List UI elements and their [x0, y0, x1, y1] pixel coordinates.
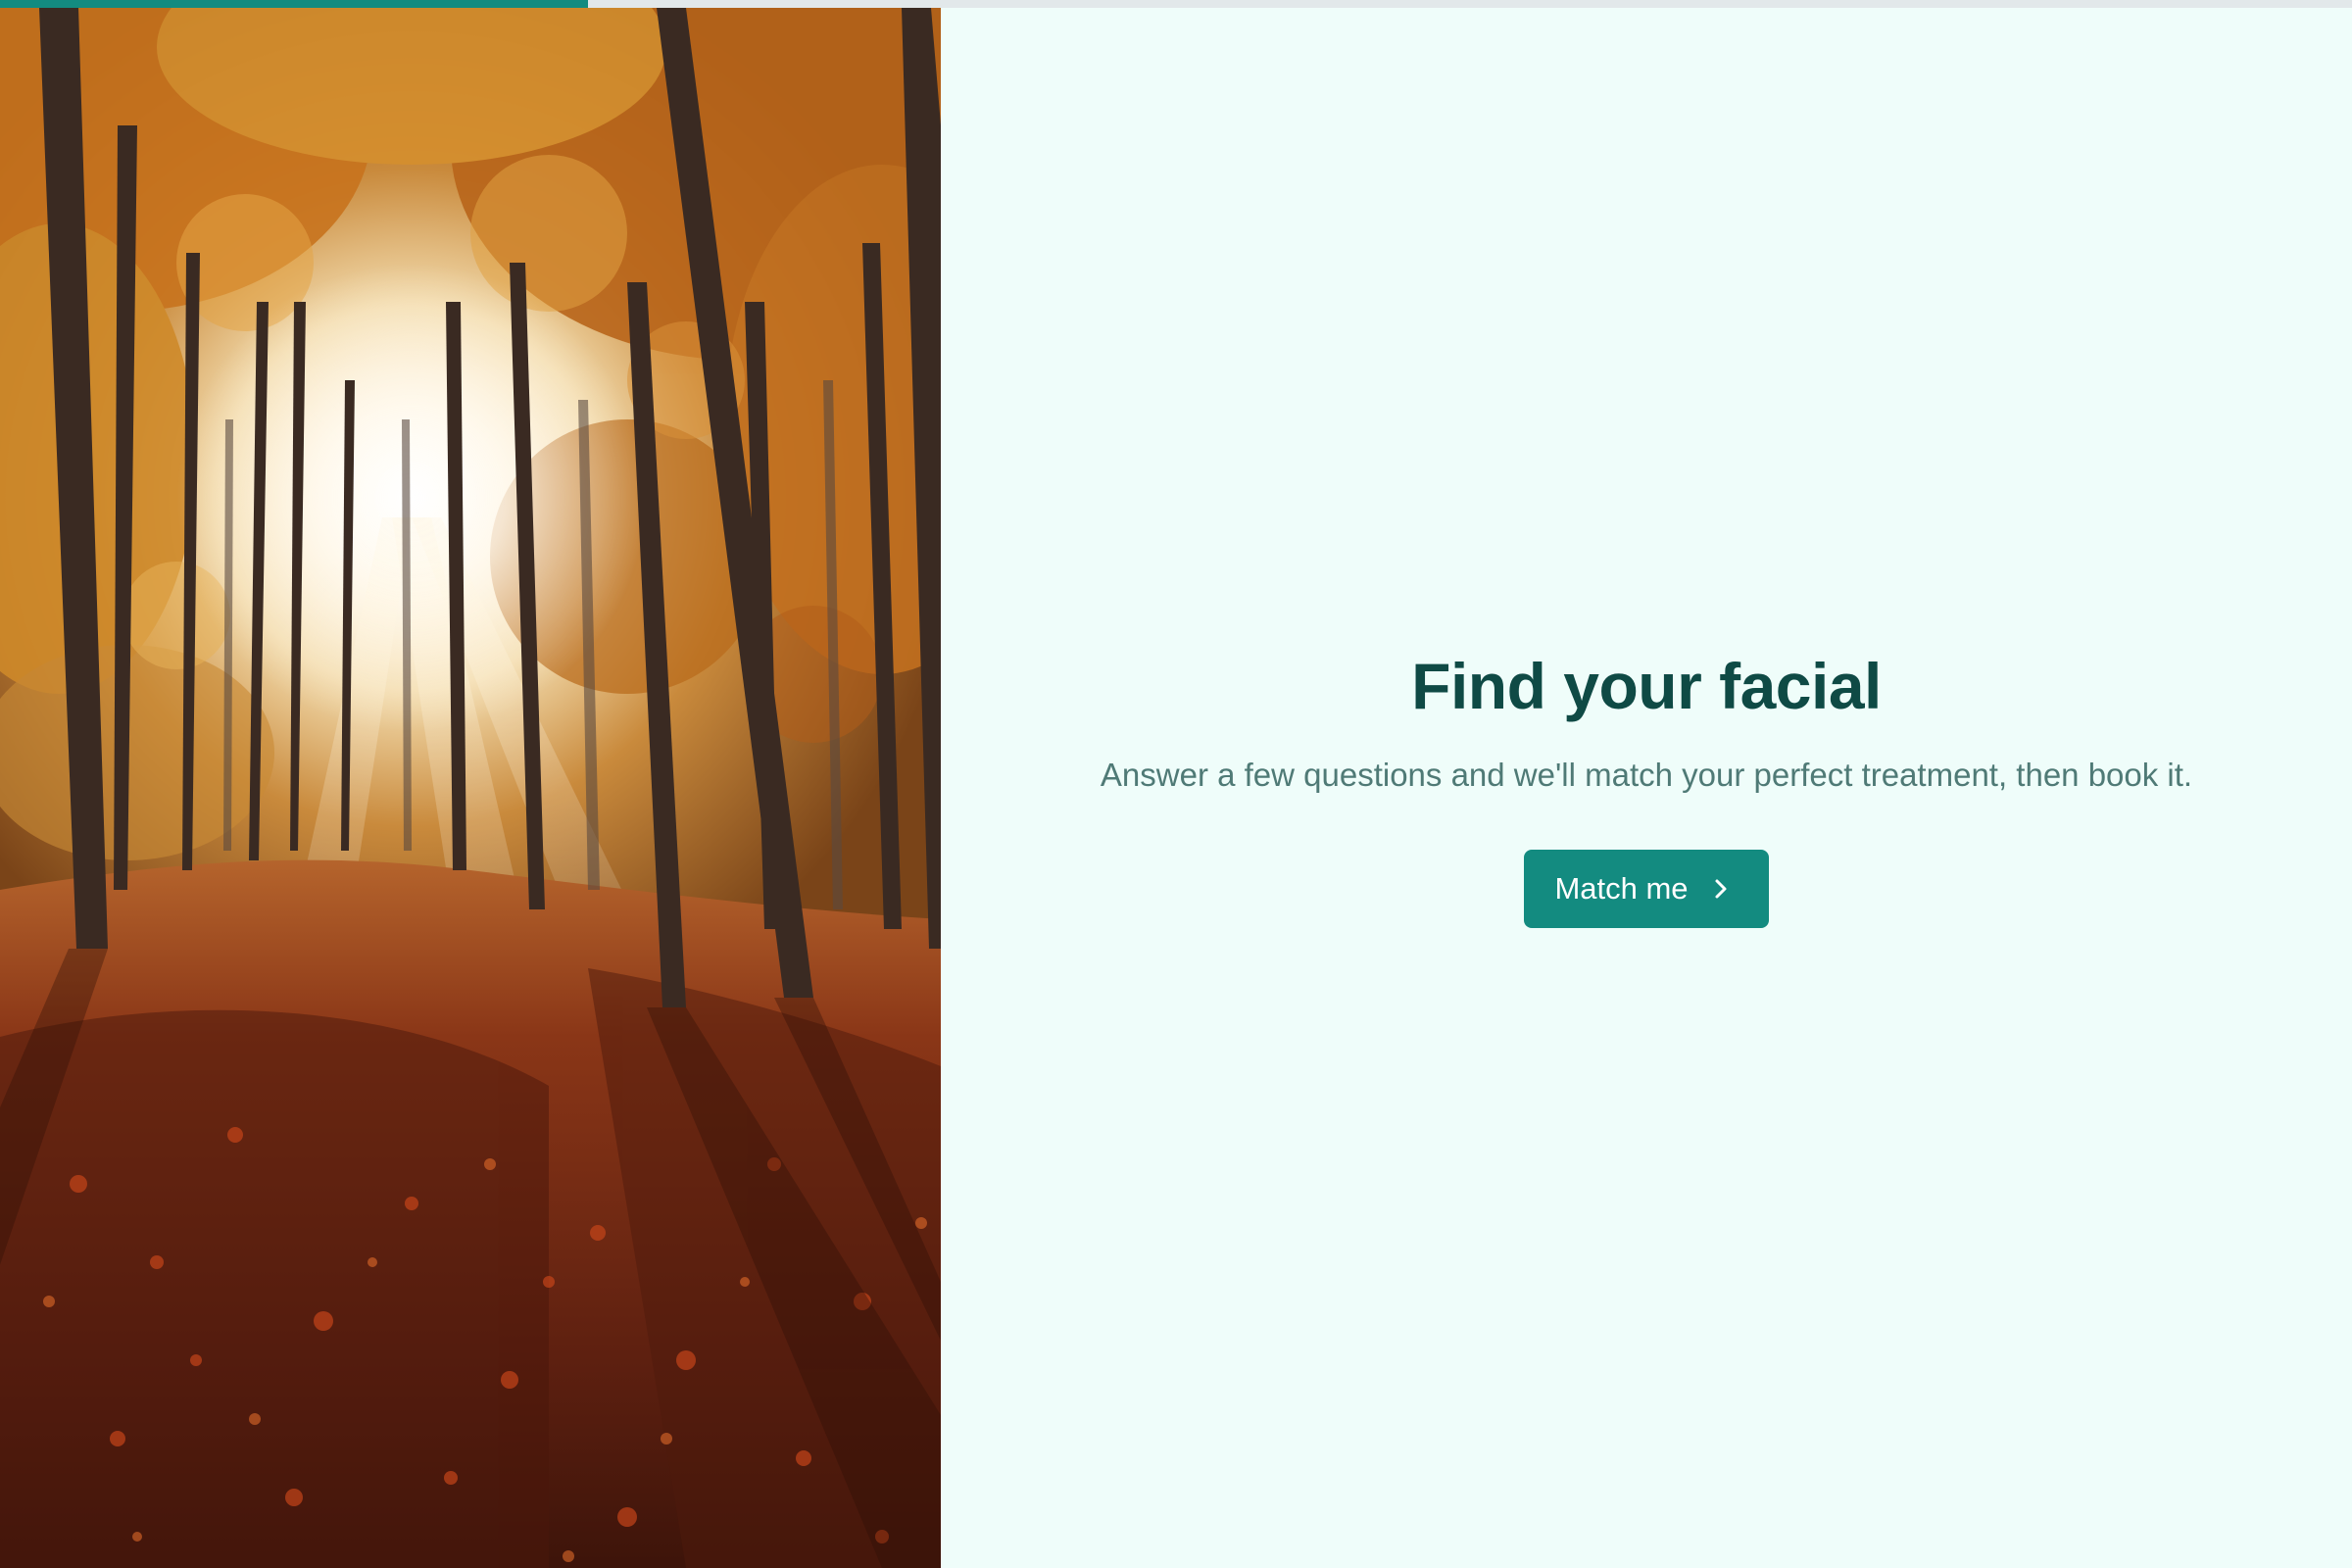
quiz-landing-page: Find your facial Answer a few questions …	[0, 0, 2352, 1568]
autumn-forest-image	[0, 8, 941, 1568]
progress-bar	[0, 0, 2352, 8]
page-subtitle: Answer a few questions and we'll match y…	[1100, 757, 2193, 794]
hero-image	[0, 8, 941, 1568]
match-me-button-label: Match me	[1554, 871, 1689, 906]
page-title: Find your facial	[1411, 649, 1882, 722]
chevron-right-icon	[1710, 878, 1732, 900]
match-me-button[interactable]: Match me	[1524, 850, 1769, 929]
progress-bar-fill	[0, 0, 588, 8]
hero-content: Find your facial Answer a few questions …	[941, 8, 2352, 1568]
